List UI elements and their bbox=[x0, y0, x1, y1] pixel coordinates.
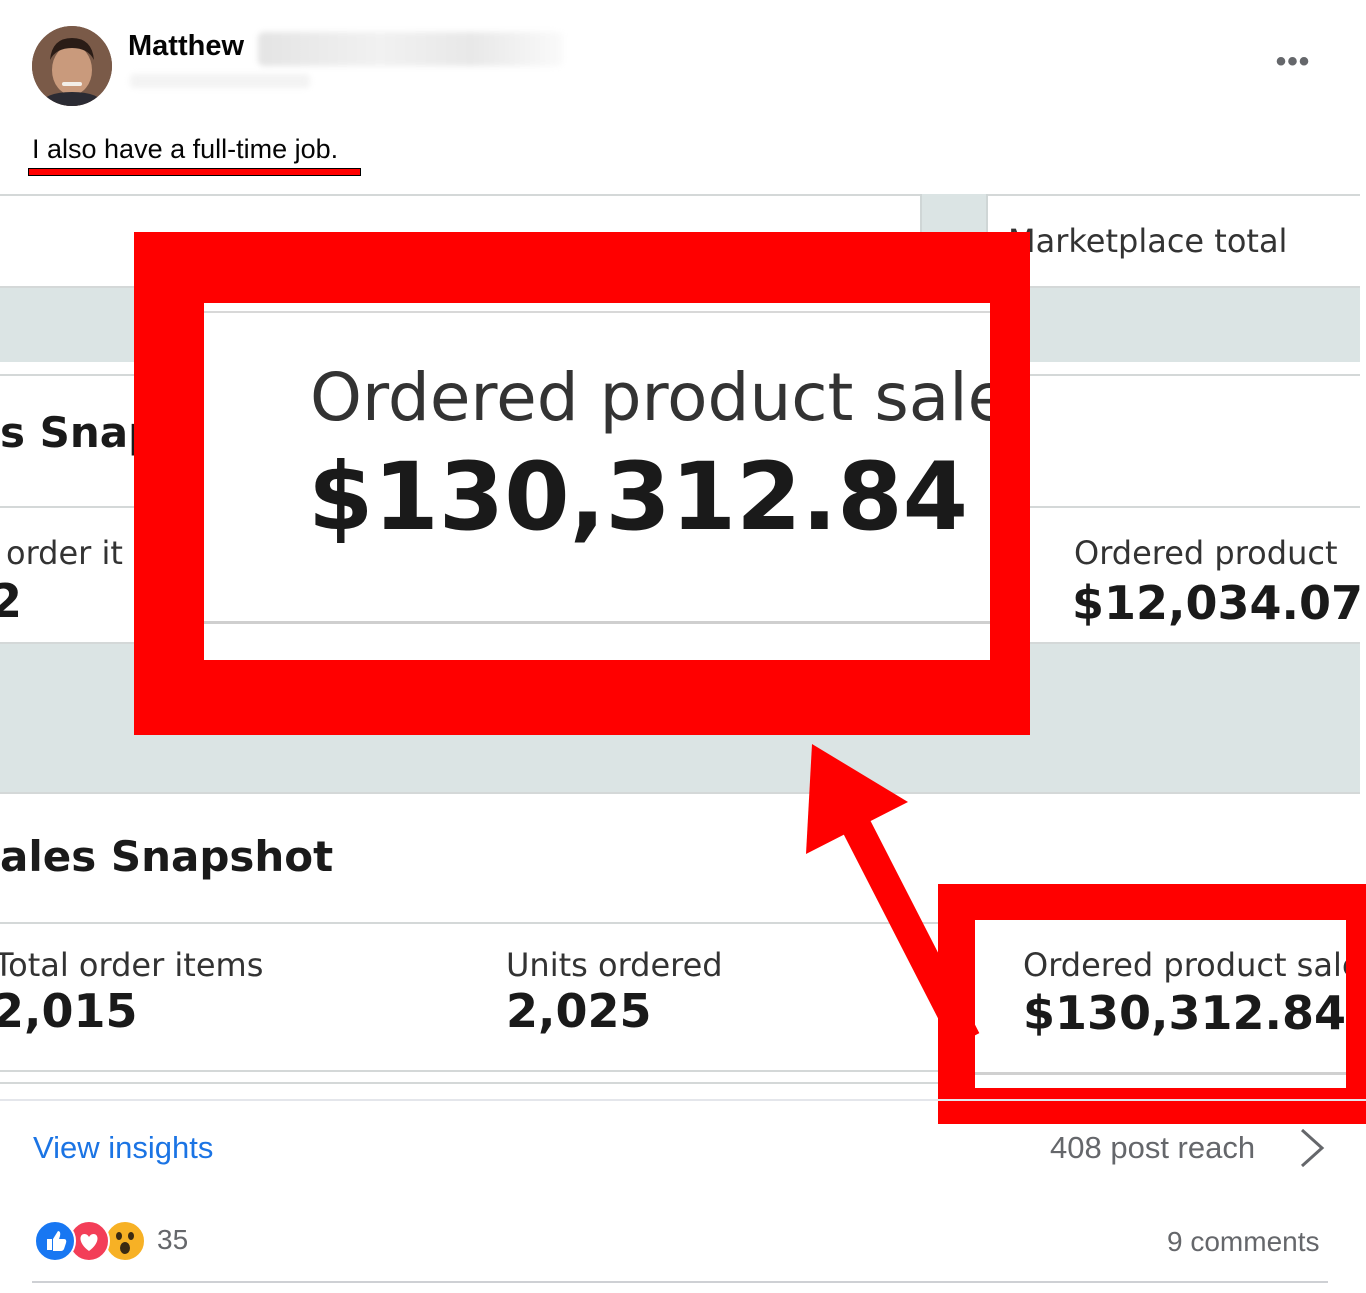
comments-count[interactable]: 9 comments bbox=[1167, 1226, 1320, 1258]
divider bbox=[204, 311, 990, 313]
marketplace-total-header: Marketplace total bbox=[1008, 222, 1288, 260]
facebook-post-card: Matthew ••• I also have a full-time job.… bbox=[0, 0, 1366, 1293]
divider bbox=[0, 792, 1360, 794]
divider bbox=[204, 621, 990, 624]
units-ordered-value: 2,025 bbox=[506, 984, 652, 1038]
zoom-ordered-sales-value: $130,312.84 bbox=[308, 443, 969, 552]
divider bbox=[975, 1072, 1346, 1075]
wow-reaction-icon bbox=[104, 1220, 146, 1262]
blurred-author-details bbox=[258, 32, 563, 66]
post-reach-text[interactable]: 408 post reach bbox=[1050, 1130, 1255, 1166]
highlighted-sales-box: Ordered product sale $130,312.84 bbox=[975, 920, 1346, 1088]
post-text: I also have a full-time job. bbox=[32, 134, 339, 164]
order-items-value-partial: 2 bbox=[0, 574, 23, 628]
like-reaction-icon bbox=[34, 1220, 76, 1262]
divider bbox=[0, 1099, 1366, 1101]
divider bbox=[0, 194, 1360, 196]
zoom-callout: Ordered product sale $130,312.84 bbox=[204, 303, 990, 660]
sales-snapshot-heading: ales Snapshot bbox=[0, 832, 334, 881]
view-insights-link[interactable]: View insights bbox=[33, 1130, 213, 1166]
author-name[interactable]: Matthew bbox=[128, 30, 244, 63]
ordered-product-value: $12,034.07 bbox=[1072, 576, 1360, 630]
units-ordered-label: Units ordered bbox=[506, 946, 723, 984]
chevron-right-icon[interactable] bbox=[1294, 1126, 1330, 1170]
reaction-count[interactable]: 35 bbox=[157, 1224, 188, 1256]
order-items-label-partial: order it bbox=[6, 534, 123, 572]
zoom-ordered-sales-label: Ordered product sale bbox=[310, 359, 990, 436]
blurred-timestamp bbox=[130, 74, 310, 88]
total-order-items-label: Total order items bbox=[0, 946, 264, 984]
ordered-sales-value: $130,312.84 bbox=[1023, 986, 1346, 1040]
avatar[interactable] bbox=[32, 26, 112, 106]
ordered-product-label: Ordered product bbox=[1074, 534, 1338, 572]
reactions-summary[interactable] bbox=[34, 1220, 146, 1262]
divider bbox=[32, 1281, 1328, 1283]
red-underline-annotation bbox=[28, 168, 361, 176]
more-options-icon[interactable]: ••• bbox=[1268, 44, 1318, 80]
ordered-sales-label: Ordered product sale bbox=[1023, 946, 1346, 984]
total-order-items-value: 2,015 bbox=[0, 984, 138, 1038]
